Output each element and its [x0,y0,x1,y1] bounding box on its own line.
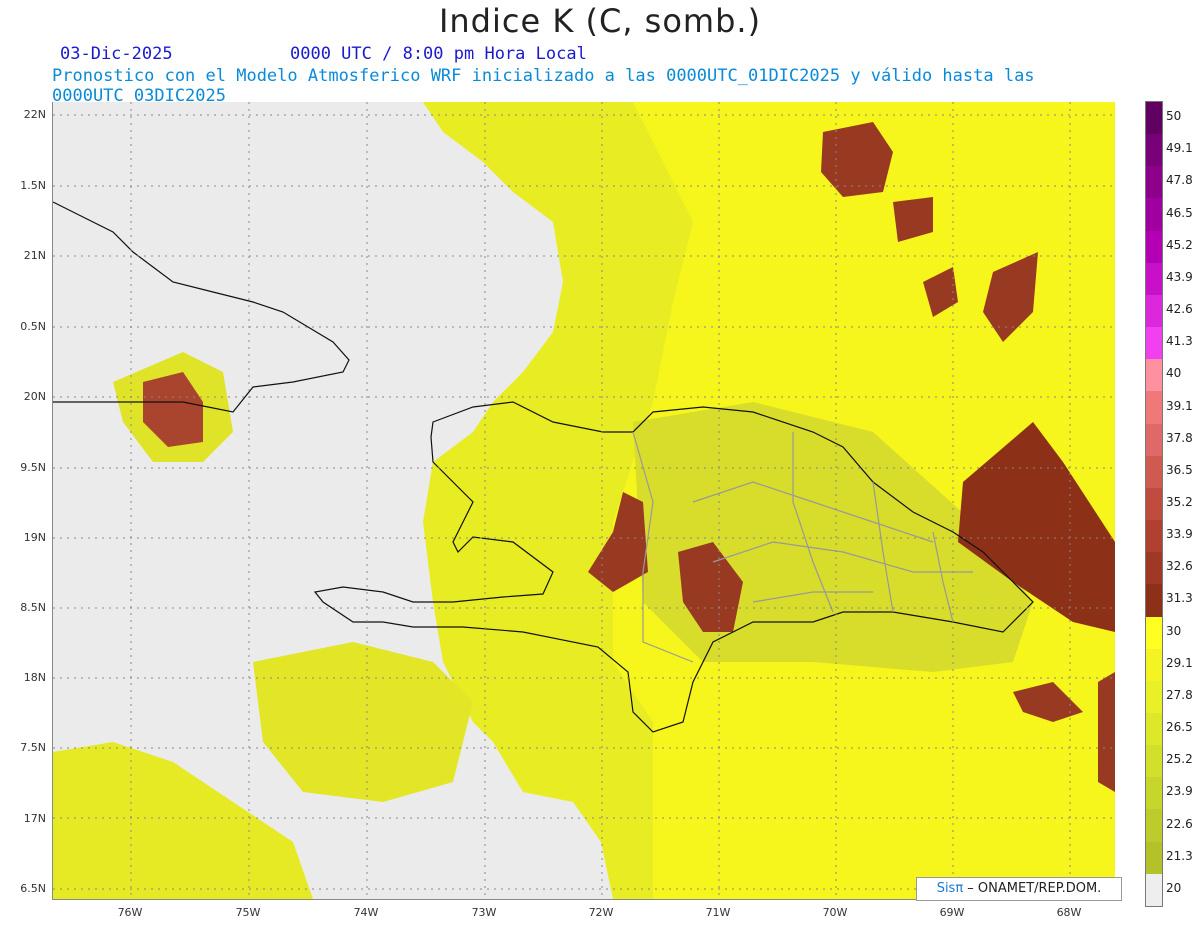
model-description: Pronostico con el Modelo Atmosferico WRF… [52,66,1035,106]
color-scale-swatch [1146,166,1162,199]
credit-text: – ONAMET/REP.DOM. [963,881,1102,896]
color-scale-swatch [1146,520,1162,553]
color-scale-swatch [1146,230,1162,263]
color-scale-swatch [1146,327,1162,360]
color-scale-label: 33.9 [1166,527,1193,542]
lat-label: 9.5N [20,461,46,474]
color-scale-swatch [1146,198,1162,231]
lat-label: 7.5N [20,741,46,754]
lat-label: 19N [23,531,46,544]
color-scale-swatch [1146,616,1162,649]
lat-label: 21N [23,249,46,262]
color-scale-label: 23.9 [1166,784,1193,799]
lat-label: 1.5N [20,179,46,192]
sis-logo-text: Sisπ [936,881,964,896]
k-index-field-southwest [53,742,313,899]
lat-label: 17N [23,812,46,825]
color-scale-swatch [1146,873,1162,906]
color-scale-swatch [1146,359,1162,392]
color-scale-label: 25.2 [1166,752,1193,767]
color-scale-label: 40 [1166,366,1182,381]
color-scale-label: 35.2 [1166,495,1193,509]
color-scale-label: 31.3 [1166,591,1193,606]
color-scale-swatch [1146,262,1162,295]
color-scale-label: 50 [1166,109,1182,124]
lon-label: 70W [822,906,848,919]
lat-label: 0.5N [20,320,46,333]
color-scale-swatch [1146,391,1162,424]
color-scale-label: 32.6 [1166,559,1193,574]
lon-label: 72W [588,906,614,919]
color-scale-swatch [1146,455,1162,488]
color-scale-swatch [1146,134,1162,167]
lat-label: 22N [23,108,46,121]
forecast-date: 03-Dic-2025 [60,44,173,64]
color-scale-label: 37.8 [1166,430,1193,445]
map-title: Indice K (C, somb.) [438,2,762,40]
k-index-map [52,102,1115,900]
color-scale-swatch [1146,809,1162,842]
color-scale-label: 42.6 [1166,302,1193,317]
color-scale-swatch [1146,487,1162,521]
color-scale-label: 22.6 [1166,816,1193,831]
lon-label: 73W [471,906,497,919]
color-scale-label: 45.2 [1166,237,1193,252]
color-scale-swatch [1146,552,1162,585]
color-scale-swatch [1146,841,1162,874]
color-scale-swatch [1146,745,1162,778]
color-scale-swatch [1146,648,1162,681]
color-scale-label: 36.5 [1166,462,1193,477]
color-scale-label: 47.8 [1166,173,1193,188]
color-scale-label: 41.3 [1166,334,1193,349]
color-scale-swatch [1146,680,1162,713]
lat-label: 20N [23,390,46,403]
color-scale-swatch [1146,584,1162,617]
lat-label: 6.5N [20,882,46,895]
color-scale-label: 39.1 [1166,398,1193,413]
color-scale-label: 20 [1166,880,1182,895]
lon-label: 74W [353,906,379,919]
color-scale-label: 29.1 [1166,655,1193,670]
credit-box: Sisπ – ONAMET/REP.DOM. [916,877,1122,901]
lon-label: 75W [235,906,261,919]
color-scale-label: 46.5 [1166,205,1193,220]
color-scale-swatch [1146,294,1162,328]
color-scale-label: 21.3 [1166,848,1193,863]
lat-label: 18N [23,671,46,684]
lat-label: 8.5N [20,601,46,614]
color-scale-swatch [1146,423,1162,456]
color-scale-swatch [1146,102,1162,135]
lon-label: 76W [117,906,143,919]
color-scale-label: 43.9 [1166,269,1193,284]
color-scale-bar [1145,101,1163,907]
color-scale-label: 27.8 [1166,687,1193,702]
color-scale-swatch [1146,712,1162,746]
color-scale-label: 49.1 [1166,141,1193,156]
forecast-time: 0000 UTC / 8:00 pm Hora Local [290,44,587,64]
lon-label: 69W [939,906,965,919]
color-scale-swatch [1146,777,1162,810]
k-index-max-8 [1098,672,1115,792]
color-scale-label: 30 [1166,623,1182,638]
lon-label: 71W [705,906,731,919]
color-scale-label: 26.5 [1166,720,1193,735]
lon-label: 68W [1056,906,1082,919]
k-index-field-central [253,642,473,802]
